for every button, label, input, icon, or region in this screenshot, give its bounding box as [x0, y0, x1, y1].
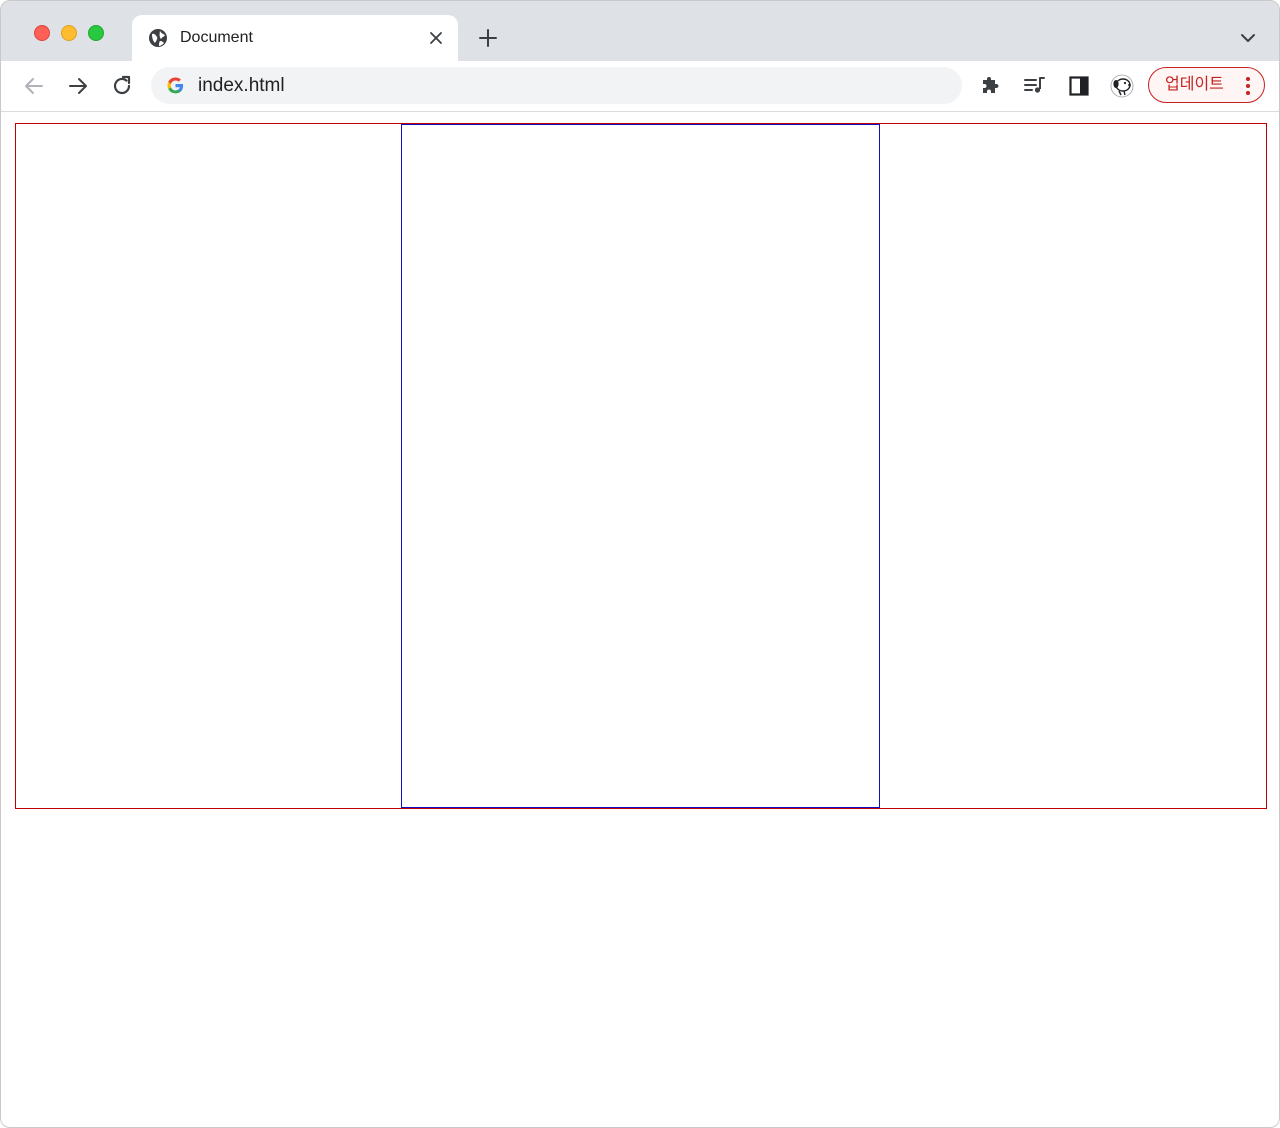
chevron-down-icon[interactable] [1239, 29, 1257, 47]
page-content [1, 112, 1279, 1127]
more-vert-icon [1246, 77, 1250, 95]
outer-container [15, 123, 1267, 809]
media-queue-icon[interactable] [1023, 74, 1047, 98]
tab-strip: Document [1, 1, 1279, 61]
close-window-button[interactable] [34, 25, 50, 41]
back-arrow-icon[interactable] [22, 74, 46, 98]
forward-arrow-icon[interactable] [66, 74, 90, 98]
close-icon[interactable] [428, 30, 444, 46]
google-g-icon [167, 77, 184, 94]
minimize-window-button[interactable] [61, 25, 77, 41]
tab-title: Document [180, 29, 253, 46]
new-tab-plus-icon[interactable] [478, 28, 498, 48]
update-button[interactable]: 업데이트 [1148, 67, 1265, 103]
extensions-puzzle-icon[interactable] [980, 74, 1004, 98]
side-panel-icon[interactable] [1067, 74, 1091, 98]
address-url[interactable]: index.html [198, 75, 285, 97]
inner-container [401, 124, 880, 808]
maximize-window-button[interactable] [88, 25, 104, 41]
update-label: 업데이트 [1165, 76, 1224, 93]
reload-icon[interactable] [110, 74, 134, 98]
globe-icon [149, 29, 167, 47]
address-bar[interactable]: index.html [151, 67, 962, 104]
browser-window: Document index.html 업데이트 [0, 0, 1280, 1128]
tab-document[interactable]: Document [132, 15, 458, 61]
toolbar: index.html 업데이트 [1, 61, 1279, 112]
profile-avatar-icon[interactable] [1110, 74, 1134, 98]
